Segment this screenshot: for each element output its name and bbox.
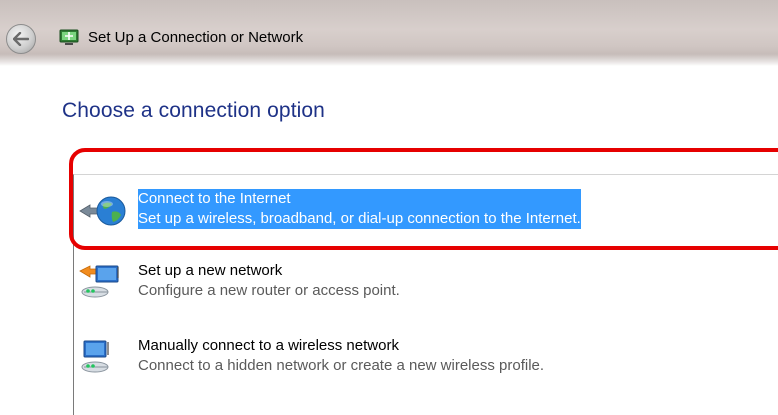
window-title: Set Up a Connection or Network [88, 29, 304, 46]
option-title: Set up a new network [138, 262, 283, 279]
title-bar: Set Up a Connection or Network [0, 0, 778, 66]
option-description: Set up a wireless, broadband, or dial-up… [138, 210, 581, 227]
globe-network-icon [79, 196, 126, 226]
network-setup-icon [59, 29, 79, 45]
option-text: Set up a new network Configure a new rou… [138, 261, 400, 301]
option-text: Manually connect to a wireless network C… [138, 336, 544, 376]
page-heading: Choose a connection option [62, 99, 325, 122]
option-setup-new-network[interactable]: Set up a new network Configure a new rou… [76, 261, 716, 305]
option-text: Connect to the Internet Set up a wireles… [138, 189, 581, 229]
option-connect-internet[interactable]: Connect to the Internet Set up a wireles… [76, 189, 716, 233]
option-description: Configure a new router or access point. [138, 282, 400, 299]
option-title: Manually connect to a wireless network [138, 337, 399, 354]
router-setup-icon [79, 265, 119, 298]
option-description: Connect to a hidden network or create a … [138, 357, 545, 374]
wireless-network-icon [81, 340, 109, 373]
option-title: Connect to the Internet [138, 190, 291, 207]
back-button[interactable] [6, 24, 36, 54]
option-manual-wireless[interactable]: Manually connect to a wireless network C… [76, 336, 716, 380]
back-arrow-icon [13, 32, 29, 46]
